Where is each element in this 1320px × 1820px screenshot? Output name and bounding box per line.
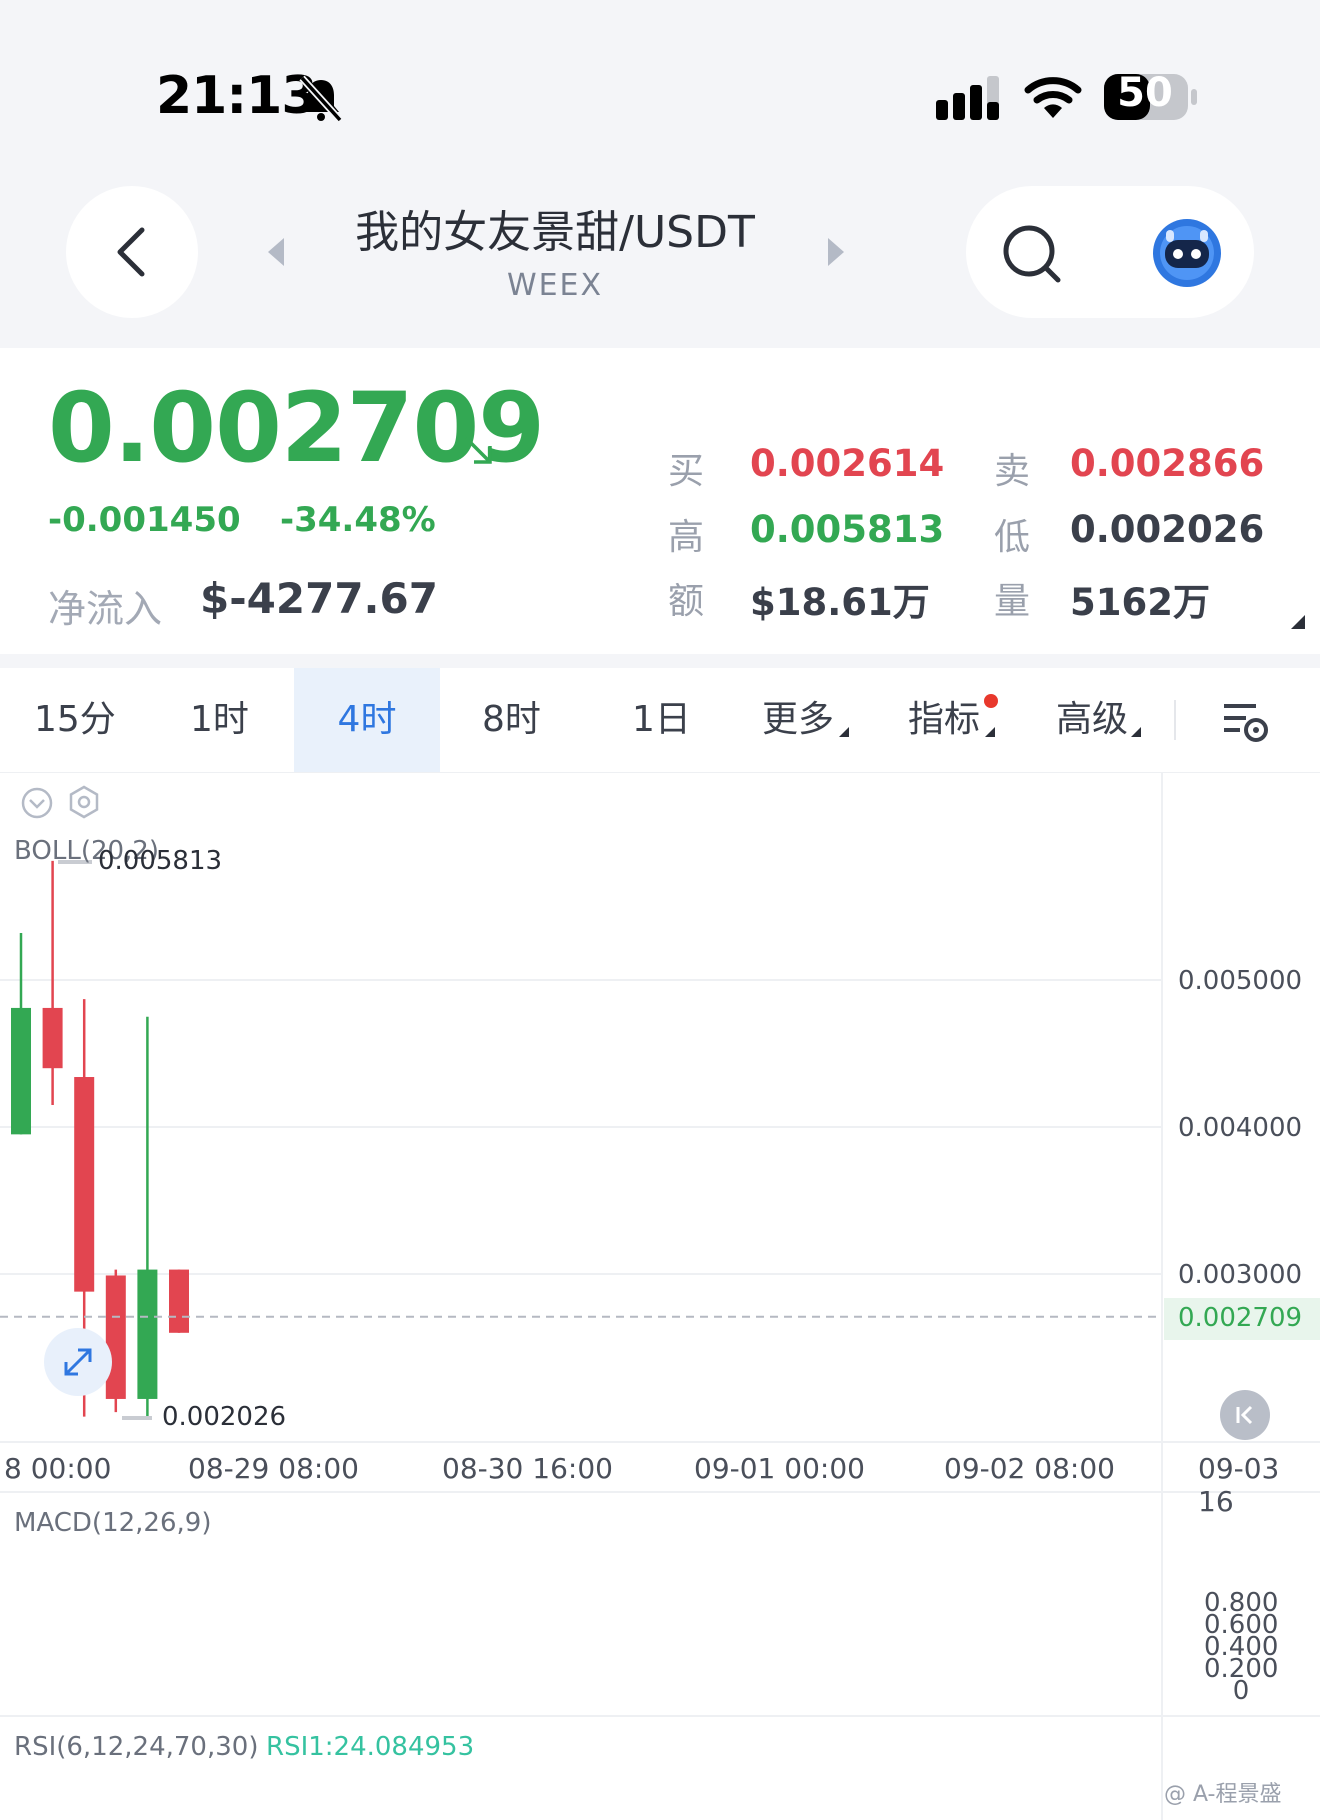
price-change-pct: -34.48% [280,500,436,540]
scroll-latest-button[interactable] [1220,1390,1270,1440]
candle [105,1269,126,1413]
low-value: 0.002026 [1070,508,1265,551]
tab-advanced[interactable]: 高级 [1056,668,1128,772]
indicators-dropdown-icon [985,727,995,737]
current-price-tag: 0.002709 [1178,1303,1303,1333]
low-marker-label: 0.002026 [162,1402,287,1432]
interval-tabs: 15分 1时 4时 8时 1日 更多 指标 高级 [0,668,1320,772]
x-tick-label: 09-03 16 [1198,1452,1280,1518]
amount-label: 额 [668,581,705,622]
candle-body [105,1275,126,1399]
candle-body [11,1007,31,1135]
candle [137,1016,158,1419]
y-tick-label: 0.005000 [1178,966,1303,996]
high-value: 0.005813 [750,508,945,551]
collapse-icon[interactable] [20,786,54,820]
tab-4h[interactable]: 4时 [294,668,440,772]
more-dropdown-icon [839,727,849,737]
section-divider [0,654,1320,668]
back-button[interactable] [66,186,198,318]
tab-indicators[interactable]: 指标 [908,668,980,772]
low-label: 低 [994,517,1031,558]
tab-1h[interactable]: 1时 [190,668,249,772]
back-icon [117,227,145,277]
kline-chart[interactable] [0,772,1320,1820]
y-tick-label: 0.004000 [1178,1113,1303,1143]
exchange-name: WEEX [506,268,604,303]
chart-settings-icon[interactable] [1222,700,1270,744]
watermark: @ A-程景盛 [1164,1782,1282,1807]
candle-body [137,1269,158,1399]
next-pair-icon[interactable] [826,236,846,268]
rsi-label: RSI(6,12,24,70,30) [14,1732,259,1762]
x-tick-label: 08-30 16:00 [442,1452,613,1485]
amount-value: $18.61万 [750,581,930,624]
wifi-icon [1024,77,1082,118]
macd-label: MACD(12,26,9) [14,1508,212,1538]
high-marker-label: 0.005813 [98,846,223,876]
candle-body [169,1269,189,1333]
tab-1d[interactable]: 1日 [632,668,691,772]
search-icon[interactable] [1000,222,1064,286]
x-tick-label: 09-01 00:00 [694,1452,865,1485]
net-inflow-label: 净流入 [48,587,163,631]
net-inflow-value: $-4277.67 [200,574,438,623]
y-tick-label: 0.003000 [1178,1260,1303,1290]
candle [42,860,63,1105]
sell-value: 0.002866 [1070,442,1265,485]
rsi1-label: RSI1:24.084953 [266,1732,475,1762]
x-tick-label: 09-02 08:00 [944,1452,1115,1485]
tab-15m[interactable]: 15分 [34,668,116,772]
buy-value: 0.002614 [750,442,945,485]
macd-ticks: 0.800 0.600 0.400 0.200 0 [1204,1590,1278,1704]
high-label: 高 [668,517,705,558]
signal-icon [936,76,999,120]
scroll-latest-icon [1236,1405,1253,1425]
battery-level: 50 [1117,70,1173,116]
stats-expand-icon[interactable] [1290,614,1306,630]
tab-8h[interactable]: 8时 [482,668,541,772]
tab-separator [1174,700,1176,740]
robot-avatar-icon[interactable] [1152,218,1222,288]
status-time: 21:13 [156,66,318,126]
candle-body [42,1007,63,1069]
expand-icon [64,1348,92,1376]
expand-button[interactable] [44,1328,112,1396]
bell-muted-icon [299,75,343,123]
volume-value: 5162万 [1070,581,1210,624]
advanced-dropdown-icon [1131,727,1141,737]
x-tick-label: 08-29 08:00 [188,1452,359,1485]
tab-more[interactable]: 更多 [762,668,834,772]
down-trend-icon [464,436,492,464]
settings-hex-icon[interactable] [66,784,102,820]
indicator-dot [984,694,998,708]
candle [169,1269,189,1333]
volume-label: 量 [994,581,1031,622]
x-tick-label: 8 00:00 [4,1452,112,1485]
prev-pair-icon[interactable] [266,236,286,268]
buy-label: 买 [668,451,705,492]
pair-title[interactable]: 我的女友景甜/USDT [300,196,810,260]
candle [11,932,31,1135]
sell-label: 卖 [994,451,1031,492]
price-change: -0.001450 [48,500,241,540]
candle-body [74,1077,95,1292]
